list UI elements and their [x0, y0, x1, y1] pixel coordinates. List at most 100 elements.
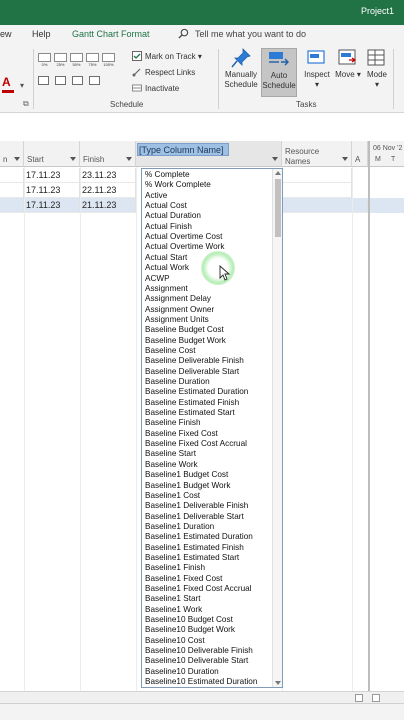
percent-25-button[interactable]: [54, 53, 67, 62]
chevron-down-icon[interactable]: [70, 157, 76, 161]
percent-50-button[interactable]: [70, 53, 83, 62]
percent-0-button[interactable]: [38, 53, 51, 62]
table-cell-start[interactable]: 17.11.23: [24, 183, 80, 198]
list-item[interactable]: Baseline10 Deliverable Finish: [145, 646, 253, 656]
list-item[interactable]: Baseline1 Duration: [145, 522, 214, 532]
list-item[interactable]: Actual Cost: [145, 201, 187, 211]
scroll-left-icon[interactable]: [372, 694, 380, 702]
list-item[interactable]: Baseline10 Estimated Duration: [145, 677, 257, 687]
list-item[interactable]: Baseline Fixed Cost: [145, 429, 218, 439]
percent-75-button[interactable]: [86, 53, 99, 62]
list-item[interactable]: Assignment Delay: [145, 294, 211, 304]
list-item[interactable]: % Complete: [145, 170, 190, 180]
list-item[interactable]: Baseline Deliverable Start: [145, 367, 239, 377]
list-item[interactable]: Baseline Budget Work: [145, 336, 226, 346]
list-item[interactable]: Baseline Duration: [145, 377, 210, 387]
table-cell-resource[interactable]: [282, 168, 352, 183]
list-item[interactable]: Actual Overtime Cost: [145, 232, 222, 242]
column-header-add-new[interactable]: A: [352, 141, 368, 167]
table-cell-finish[interactable]: 23.11.23: [80, 168, 136, 183]
inactivate-button[interactable]: Inactivate: [132, 83, 179, 93]
column-header-start[interactable]: Start: [24, 141, 80, 167]
list-item[interactable]: Baseline Estimated Start: [145, 408, 235, 418]
list-item[interactable]: Baseline1 Cost: [145, 491, 200, 501]
list-item[interactable]: Baseline1 Estimated Duration: [145, 532, 253, 542]
column-header-finish[interactable]: Finish: [80, 141, 136, 167]
list-item[interactable]: Baseline Finish: [145, 418, 201, 428]
list-item[interactable]: Baseline Deliverable Finish: [145, 356, 244, 366]
scroll-right-icon[interactable]: [355, 694, 363, 702]
list-item[interactable]: Baseline10 Budget Cost: [145, 615, 233, 625]
column-header-duration[interactable]: n: [0, 141, 24, 167]
inspect-button[interactable]: Inspect ▾: [302, 48, 332, 97]
dialog-launcher-icon[interactable]: ⧉: [23, 99, 29, 109]
table-cell-resource[interactable]: [282, 183, 352, 198]
table-cell-start[interactable]: 17.11.23: [24, 198, 80, 213]
list-item[interactable]: Baseline1 Fixed Cost Accrual: [145, 584, 252, 594]
outdent-icon[interactable]: [38, 76, 49, 85]
list-scrollbar[interactable]: [272, 169, 282, 687]
scroll-up-icon[interactable]: [275, 171, 281, 175]
list-item[interactable]: Baseline Budget Cost: [145, 325, 224, 335]
list-item[interactable]: Baseline1 Fixed Cost: [145, 574, 222, 584]
list-item[interactable]: Baseline Work: [145, 460, 198, 470]
move-button[interactable]: Move ▾: [334, 48, 362, 97]
list-item[interactable]: Baseline10 Budget Work: [145, 625, 235, 635]
list-item[interactable]: Baseline10 Duration: [145, 667, 219, 677]
chevron-down-icon[interactable]: [272, 157, 278, 161]
manually-schedule-button[interactable]: Manually Schedule: [223, 48, 259, 97]
list-item[interactable]: Baseline1 Budget Cost: [145, 470, 228, 480]
tell-me-box[interactable]: Tell me what you want to do: [178, 28, 306, 39]
list-item[interactable]: Baseline1 Deliverable Start: [145, 512, 244, 522]
table-cell-start[interactable]: 17.11.23: [24, 168, 80, 183]
indent-icon[interactable]: [55, 76, 66, 85]
list-item[interactable]: Baseline1 Budget Work: [145, 481, 230, 491]
table-cell-duration[interactable]: [0, 183, 24, 198]
list-item[interactable]: Assignment Owner: [145, 305, 214, 315]
list-item[interactable]: Baseline Fixed Cost Accrual: [145, 439, 247, 449]
list-item[interactable]: Baseline1 Estimated Start: [145, 553, 239, 563]
table-cell-finish[interactable]: 21.11.23: [80, 198, 136, 213]
chevron-down-icon[interactable]: [14, 157, 20, 161]
scroll-down-icon[interactable]: [275, 681, 281, 685]
tab-help[interactable]: Help: [32, 29, 51, 39]
field-name-dropdown-list[interactable]: % Complete% Work Complete Active Actual Co…: [141, 168, 283, 688]
list-item[interactable]: Baseline Estimated Finish: [145, 398, 239, 408]
chevron-down-icon[interactable]: [126, 157, 132, 161]
list-item[interactable]: Baseline1 Estimated Finish: [145, 543, 244, 553]
scrollbar-thumb[interactable]: [275, 179, 281, 237]
mode-button[interactable]: Mode ▾: [364, 48, 390, 97]
table-cell-duration[interactable]: [0, 198, 24, 213]
horizontal-scrollbar[interactable]: [0, 691, 404, 703]
list-item[interactable]: Baseline Start: [145, 449, 196, 459]
respect-links-button[interactable]: Respect Links: [132, 67, 195, 77]
font-color-icon[interactable]: A: [2, 75, 11, 89]
list-item[interactable]: Assignment Units: [145, 315, 209, 325]
list-item[interactable]: Baseline1 Deliverable Finish: [145, 501, 248, 511]
column-header-resource-names[interactable]: Resource Names: [282, 141, 352, 167]
mark-on-track-button[interactable]: Mark on Track ▾: [132, 51, 202, 61]
list-item[interactable]: Assignment: [145, 284, 188, 294]
list-item[interactable]: % Work Complete: [145, 180, 211, 190]
list-item[interactable]: Baseline1 Work: [145, 605, 202, 615]
table-cell-duration[interactable]: [0, 168, 24, 183]
unlink-tasks-icon[interactable]: [89, 76, 100, 85]
tab-gantt-chart-format[interactable]: Gantt Chart Format: [72, 29, 150, 39]
list-item[interactable]: Active: [145, 191, 167, 201]
list-item[interactable]: Actual Start: [145, 253, 187, 263]
tab-view[interactable]: ew: [0, 29, 12, 39]
auto-schedule-button[interactable]: Auto Schedule: [261, 48, 297, 97]
list-item[interactable]: Baseline1 Start: [145, 594, 201, 604]
list-item[interactable]: ACWP: [145, 274, 170, 284]
percent-100-button[interactable]: [102, 53, 115, 62]
list-item[interactable]: Actual Finish: [145, 222, 192, 232]
list-item[interactable]: Actual Work: [145, 263, 189, 273]
table-cell-finish[interactable]: 22.11.23: [80, 183, 136, 198]
list-item[interactable]: Baseline10 Cost: [145, 636, 205, 646]
link-tasks-icon[interactable]: [72, 76, 83, 85]
list-item[interactable]: Baseline10 Deliverable Start: [145, 656, 248, 666]
list-item[interactable]: Baseline Cost: [145, 346, 196, 356]
list-item[interactable]: Baseline Estimated Duration: [145, 387, 248, 397]
chevron-down-icon[interactable]: [342, 157, 348, 161]
table-cell-resource[interactable]: [282, 198, 368, 213]
